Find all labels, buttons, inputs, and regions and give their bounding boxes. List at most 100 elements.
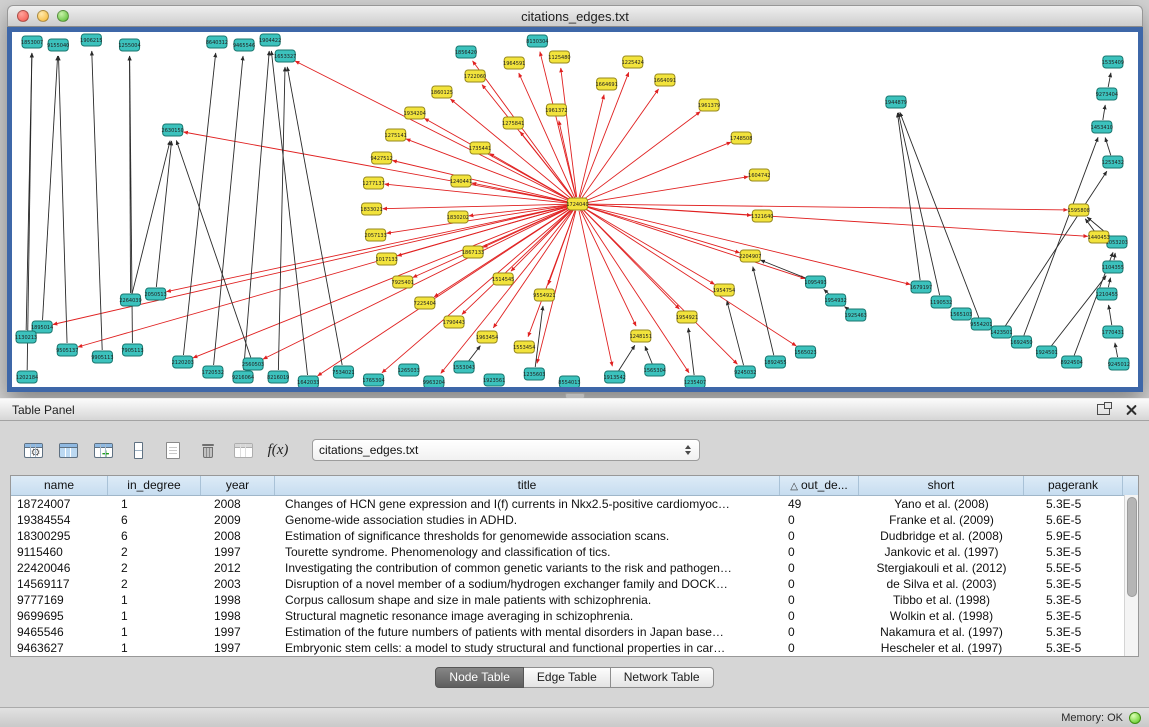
network-edge[interactable] <box>753 267 774 356</box>
network-edge[interactable] <box>43 56 58 320</box>
network-edge[interactable] <box>1085 219 1094 232</box>
network-node[interactable]: 9245012 <box>1108 358 1130 370</box>
network-node[interactable]: 1954921 <box>676 311 698 323</box>
network-edge[interactable] <box>493 210 573 328</box>
network-node[interactable]: 1423501 <box>990 326 1012 338</box>
network-node[interactable]: 1553043 <box>453 361 475 373</box>
network-node[interactable]: 1642033 <box>297 376 319 387</box>
network-node[interactable]: 1125480 <box>548 51 570 63</box>
table-row[interactable]: 977716911998Corpus callosum shape and si… <box>11 592 1138 608</box>
table-row[interactable]: 1456911722003Disruption of a novel membe… <box>11 576 1138 592</box>
table-row[interactable]: 1938455462009Genome-wide association stu… <box>11 512 1138 528</box>
network-edge[interactable] <box>490 154 572 201</box>
cell-out[interactable]: 0 <box>780 624 859 640</box>
create-column-button[interactable]: + <box>88 436 118 464</box>
cell-short[interactable]: Tibbo et al. (1998) <box>859 592 1024 608</box>
network-edge[interactable] <box>1103 105 1105 120</box>
cell-year[interactable]: 2012 <box>201 560 275 576</box>
cell-pagerank[interactable]: 5.3E-5 <box>1024 608 1123 624</box>
network-edge[interactable] <box>385 184 571 203</box>
cell-name[interactable]: 9777169 <box>11 592 108 608</box>
network-edge[interactable] <box>584 142 731 201</box>
network-node[interactable]: 1277137 <box>362 177 384 189</box>
memory-status-indicator[interactable] <box>1129 712 1141 724</box>
network-node[interactable]: 8130304 <box>526 35 548 47</box>
network-node[interactable]: 9554921 <box>533 289 555 301</box>
cell-year[interactable]: 2009 <box>201 512 275 528</box>
cell-name[interactable]: 14569117 <box>11 576 108 592</box>
network-edge[interactable] <box>295 61 571 201</box>
tab-edge-table[interactable]: Edge Table <box>524 667 611 688</box>
network-edge[interactable] <box>645 346 652 363</box>
network-node[interactable]: 1202184 <box>16 371 38 383</box>
network-node[interactable]: 1275841 <box>502 117 524 129</box>
network-edge[interactable] <box>761 260 810 279</box>
network-edge[interactable] <box>1051 276 1106 347</box>
network-edge[interactable] <box>584 206 910 285</box>
network-edge[interactable] <box>540 52 576 198</box>
cell-short[interactable]: Stergiakouli et al. (2012) <box>859 560 1024 576</box>
network-edge[interactable] <box>1108 73 1111 87</box>
cell-name[interactable]: 9699695 <box>11 608 108 624</box>
table-row[interactable]: 969969511998Structural magnetic resonanc… <box>11 608 1138 624</box>
cell-pagerank[interactable]: 5.3E-5 <box>1024 544 1123 560</box>
network-edge[interactable] <box>27 53 32 370</box>
cell-title[interactable]: Disruption of a novel member of a sodium… <box>275 576 780 592</box>
table-row[interactable]: 1830029562008Estimation of significance … <box>11 528 1138 544</box>
network-node[interactable]: 1720532 <box>202 366 224 378</box>
network-edge[interactable] <box>244 51 270 370</box>
cell-pagerank[interactable]: 5.3E-5 <box>1024 624 1123 640</box>
cell-title[interactable]: Genome-wide association studies in ADHD. <box>275 512 780 528</box>
network-node[interactable]: 1225424 <box>622 56 644 68</box>
network-edge[interactable] <box>278 67 285 370</box>
cell-pagerank[interactable]: 5.3E-5 <box>1024 496 1123 512</box>
column-header-title[interactable]: title <box>275 476 780 495</box>
delete-column-button[interactable] <box>193 436 223 464</box>
cell-short[interactable]: de Silva et al. (2003) <box>859 576 1024 592</box>
cell-name[interactable]: 18724007 <box>11 496 108 512</box>
network-edge[interactable] <box>1115 343 1118 357</box>
cell-in_degree[interactable]: 2 <box>108 544 201 560</box>
network-node[interactable]: 2120203 <box>172 356 194 368</box>
network-node[interactable]: 2057133 <box>364 229 386 241</box>
network-edge[interactable] <box>59 56 68 343</box>
network-edge[interactable] <box>287 67 342 365</box>
cell-pagerank[interactable]: 5.3E-5 <box>1024 640 1123 656</box>
cell-out[interactable]: 0 <box>780 592 859 608</box>
network-node[interactable]: 9155040 <box>47 39 69 51</box>
network-edge[interactable] <box>580 72 629 197</box>
cell-title[interactable]: Embryonic stem cells: a model to study s… <box>275 640 780 656</box>
network-node[interactable]: 1275141 <box>385 129 407 141</box>
network-node[interactable]: 1240441 <box>450 175 472 187</box>
network-node[interactable]: 1604742 <box>748 169 770 181</box>
network-node[interactable]: 9905113 <box>91 351 113 363</box>
cell-short[interactable]: Wolkin et al. (1998) <box>859 608 1024 624</box>
vertical-scrollbar[interactable] <box>1124 495 1138 656</box>
cell-out[interactable]: 0 <box>780 512 859 528</box>
network-node[interactable]: 1095493 <box>804 276 826 288</box>
network-edge[interactable] <box>581 210 689 373</box>
network-edge[interactable] <box>92 51 102 350</box>
network-node[interactable]: 1830202 <box>447 211 469 223</box>
network-node[interactable]: 2630150 <box>162 124 184 136</box>
network-node[interactable]: 1961372 <box>545 104 567 116</box>
network-node[interactable]: 1248151 <box>630 330 652 342</box>
cell-in_degree[interactable]: 2 <box>108 560 201 576</box>
network-node[interactable]: 2264039 <box>119 294 141 306</box>
network-node[interactable]: 1210455 <box>1096 288 1118 300</box>
network-edge[interactable] <box>897 113 920 280</box>
cell-year[interactable]: 1998 <box>201 608 275 624</box>
cell-in_degree[interactable]: 1 <box>108 608 201 624</box>
network-node[interactable]: 1235603 <box>523 368 545 380</box>
column-header-short[interactable]: short <box>859 476 1024 495</box>
table-row[interactable]: 2242004622012Investigating the contribut… <box>11 560 1138 576</box>
cell-title[interactable]: Structural magnetic resonance image aver… <box>275 608 780 624</box>
cell-year[interactable]: 1997 <box>201 624 275 640</box>
network-node[interactable]: 1553454 <box>513 341 535 353</box>
network-node[interactable]: 9245032 <box>734 366 756 378</box>
cell-in_degree[interactable]: 6 <box>108 528 201 544</box>
network-node[interactable]: 1104355 <box>1102 261 1124 273</box>
network-node[interactable]: 1440453 <box>1088 231 1110 243</box>
network-node[interactable]: 1664091 <box>654 74 676 86</box>
cell-year[interactable]: 1997 <box>201 544 275 560</box>
